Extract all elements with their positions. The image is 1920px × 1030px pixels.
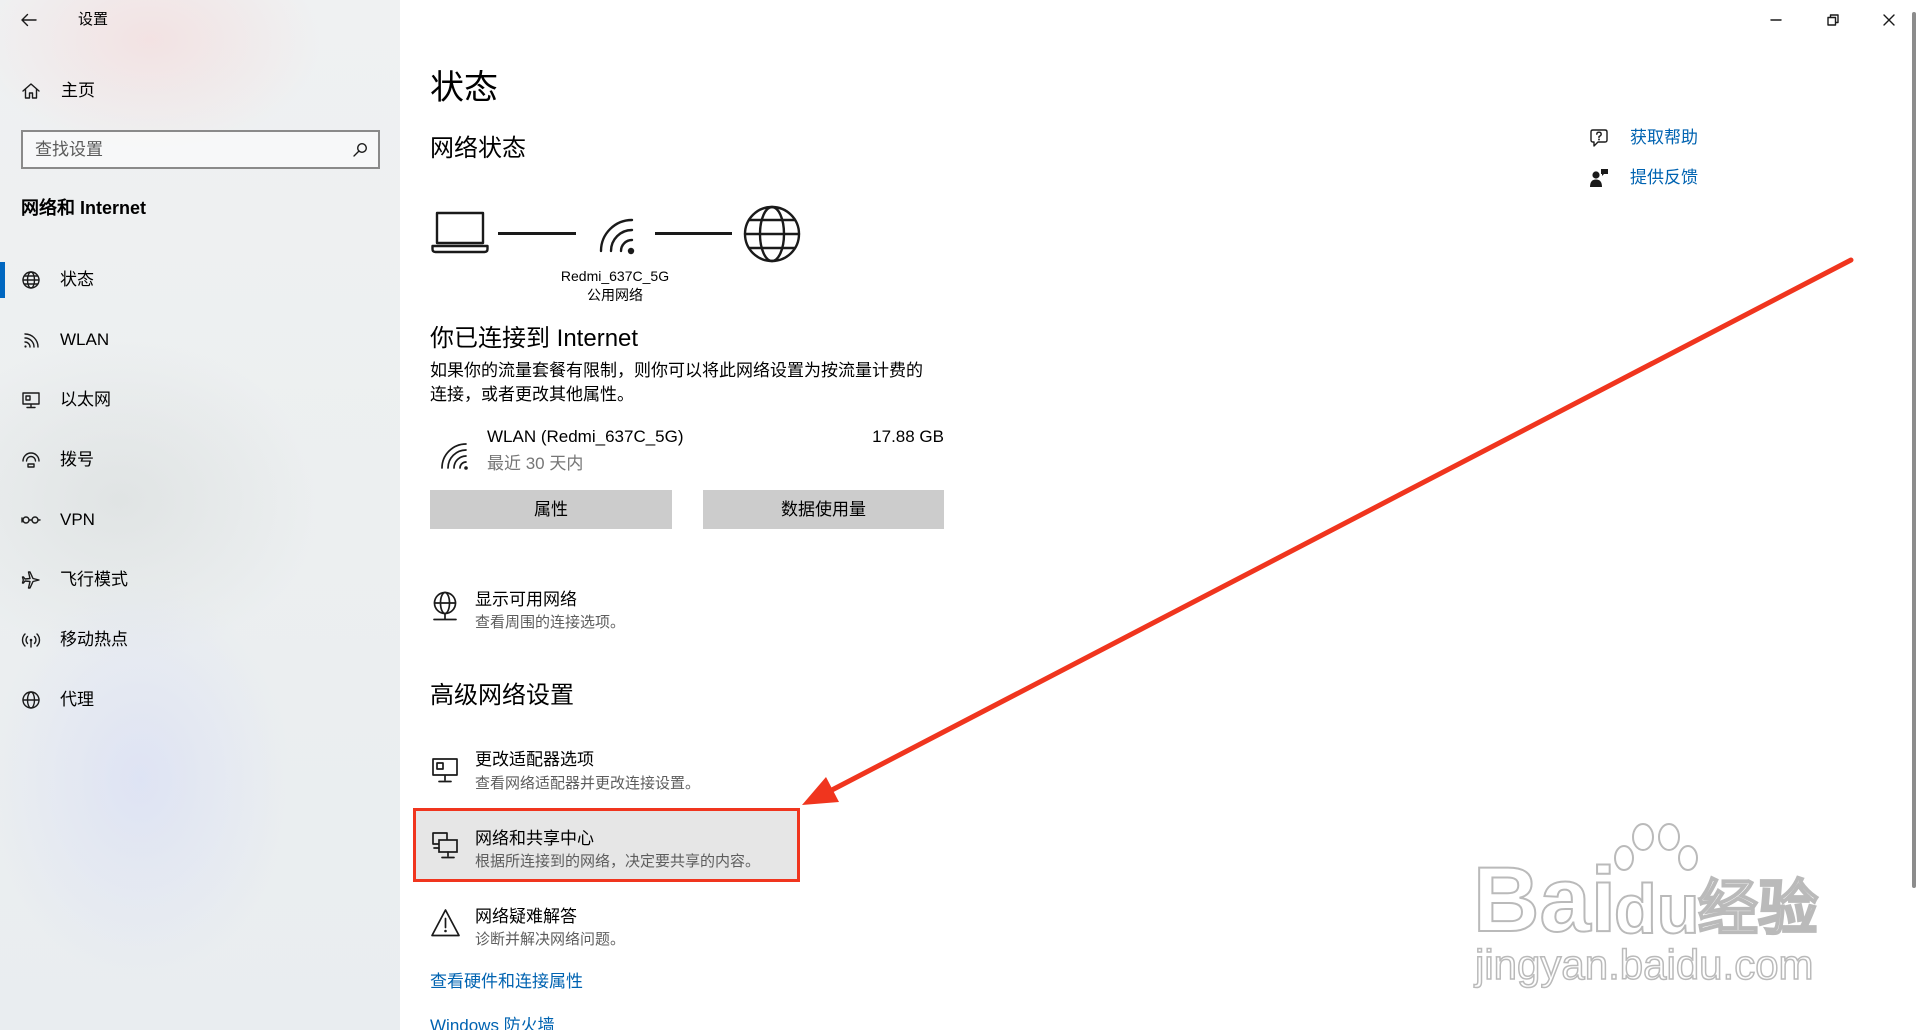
adapter-monitor-icon: [432, 758, 458, 783]
arrow-shaft: [827, 257, 1854, 794]
search-icon[interactable]: [352, 142, 368, 158]
close-button[interactable]: [1861, 0, 1917, 39]
row-title: 显示可用网络: [475, 590, 577, 609]
sidebar-item-label: 飞行模式: [60, 570, 128, 589]
search-input[interactable]: [23, 132, 343, 167]
sidebar-item-label: WLAN: [60, 330, 110, 349]
connection-period: 最近 30 天内: [487, 454, 584, 473]
restore-button[interactable]: [1805, 0, 1861, 39]
laptop-icon: [431, 211, 489, 254]
wifi-signal-icon: [599, 218, 635, 255]
give-feedback-link[interactable]: 提供反馈: [1586, 164, 1706, 192]
row-title: 更改适配器选项: [475, 750, 594, 769]
vpn-icon: [21, 516, 41, 524]
feedback-person-icon: [1590, 169, 1608, 187]
wifi-icon: [24, 333, 39, 348]
get-help-link[interactable]: 获取帮助: [1586, 124, 1706, 152]
connected-heading: 你已连接到 Internet: [430, 325, 639, 352]
sidebar-item-proxy[interactable]: 代理: [0, 670, 400, 730]
hardware-properties-link[interactable]: 查看硬件和连接属性: [430, 971, 583, 993]
sidebar-item-airplane-mode[interactable]: 飞行模式: [0, 550, 400, 610]
section-title: 网络和 Internet: [21, 198, 147, 218]
network-sharing-center[interactable]: 网络和共享中心 根据所连接到的网络，决定要共享的内容。: [430, 818, 800, 878]
row-title: 网络疑难解答: [475, 907, 577, 926]
minimize-button[interactable]: [1748, 0, 1804, 39]
properties-button[interactable]: 属性: [430, 490, 672, 529]
give-feedback-label: 提供反馈: [1630, 168, 1698, 187]
hotspot-icon: [21, 633, 41, 648]
home-icon: [22, 83, 40, 99]
sidebar-item-label: 移动热点: [60, 630, 128, 649]
connection-row: WLAN (Redmi_637C_5G) 最近 30 天内 17.88 GB: [430, 424, 944, 480]
sidebar-item-label: 代理: [60, 690, 94, 709]
proxy-globe-icon: [22, 691, 40, 709]
show-available-networks[interactable]: 显示可用网络 查看周围的连接选项。: [430, 580, 800, 640]
window-title: 设置: [78, 11, 109, 28]
watermark-brand-left: Bai: [1472, 849, 1617, 951]
sidebar-item-vpn[interactable]: VPN: [0, 490, 400, 550]
sidebar-item-home[interactable]: 主页: [0, 70, 400, 112]
dialup-icon: [22, 452, 40, 468]
connected-description-line: 如果你的流量套餐有限制，则你可以将此网络设置为按流量计费的: [430, 361, 923, 380]
internet-globe-icon: [743, 205, 801, 263]
back-arrow-icon: [21, 13, 37, 27]
close-icon: [1883, 14, 1895, 26]
sidebar-item-label: 状态: [60, 270, 94, 289]
sidebar: 设置 主页 网络和 Internet 状态 WLAN: [0, 0, 400, 1030]
row-subtitle: 诊断并解决网络问题。: [475, 931, 626, 948]
globe-status-icon: [22, 271, 40, 289]
home-label: 主页: [61, 81, 95, 100]
get-help-label: 获取帮助: [1630, 128, 1698, 147]
sidebar-item-label: 拨号: [60, 450, 94, 469]
sidebar-item-label: 以太网: [60, 390, 111, 409]
sidebar-item-wlan[interactable]: WLAN: [0, 310, 400, 370]
back-button[interactable]: [14, 5, 44, 35]
network-status-heading: 网络状态: [430, 135, 526, 162]
connected-description-line: 连接，或者更改其他属性。: [430, 385, 634, 404]
sidebar-item-ethernet[interactable]: 以太网: [0, 370, 400, 430]
advanced-heading: 高级网络设置: [430, 682, 574, 709]
page-title: 状态: [430, 69, 498, 107]
sharing-center-icon: [432, 832, 458, 859]
network-troubleshooter[interactable]: 网络疑难解答 诊断并解决网络问题。: [430, 896, 800, 956]
warning-triangle-icon: [431, 909, 460, 937]
scrollbar-thumb[interactable]: [1912, 12, 1916, 888]
search-box[interactable]: [21, 130, 380, 169]
minimize-icon: [1770, 19, 1782, 21]
help-chat-icon: [1590, 129, 1608, 147]
watermark-brand-cn: 经验: [1697, 874, 1819, 943]
selected-indicator: [0, 262, 5, 298]
row-subtitle: 查看周围的连接选项。: [475, 614, 626, 631]
change-adapter-options[interactable]: 更改适配器选项 查看网络适配器并更改连接设置。: [430, 740, 800, 800]
connection-line: [655, 232, 732, 235]
row-subtitle: 根据所连接到的网络，决定要共享的内容。: [475, 853, 761, 870]
watermark-brand-right: du: [1613, 869, 1701, 949]
wifi-connection-icon: [441, 443, 468, 470]
connection-line: [498, 232, 576, 235]
row-subtitle: 查看网络适配器并更改连接设置。: [475, 775, 701, 792]
watermark-url: jingyan.baidu.com: [1474, 941, 1814, 989]
network-name: Redmi_637C_5G: [560, 268, 670, 284]
sidebar-item-status[interactable]: 状态: [0, 250, 400, 310]
row-title: 网络和共享中心: [475, 829, 594, 848]
sidebar-item-mobile-hotspot[interactable]: 移动热点: [0, 610, 400, 670]
ethernet-icon: [22, 392, 40, 409]
sidebar-item-label: VPN: [60, 510, 95, 529]
firewall-link-clip: Windows 防火墙: [430, 1014, 630, 1030]
restore-icon: [1827, 14, 1839, 26]
data-usage-value: 17.88 GB: [872, 427, 944, 446]
sidebar-item-dialup[interactable]: 拨号: [0, 430, 400, 490]
firewall-link[interactable]: Windows 防火墙: [430, 1014, 630, 1030]
airplane-icon: [21, 571, 40, 589]
connection-name: WLAN (Redmi_637C_5G): [487, 427, 684, 446]
data-usage-button[interactable]: 数据使用量: [703, 490, 944, 529]
network-type: 公用网络: [587, 287, 643, 303]
available-networks-icon: [433, 591, 457, 621]
arrow-head: [802, 777, 839, 805]
